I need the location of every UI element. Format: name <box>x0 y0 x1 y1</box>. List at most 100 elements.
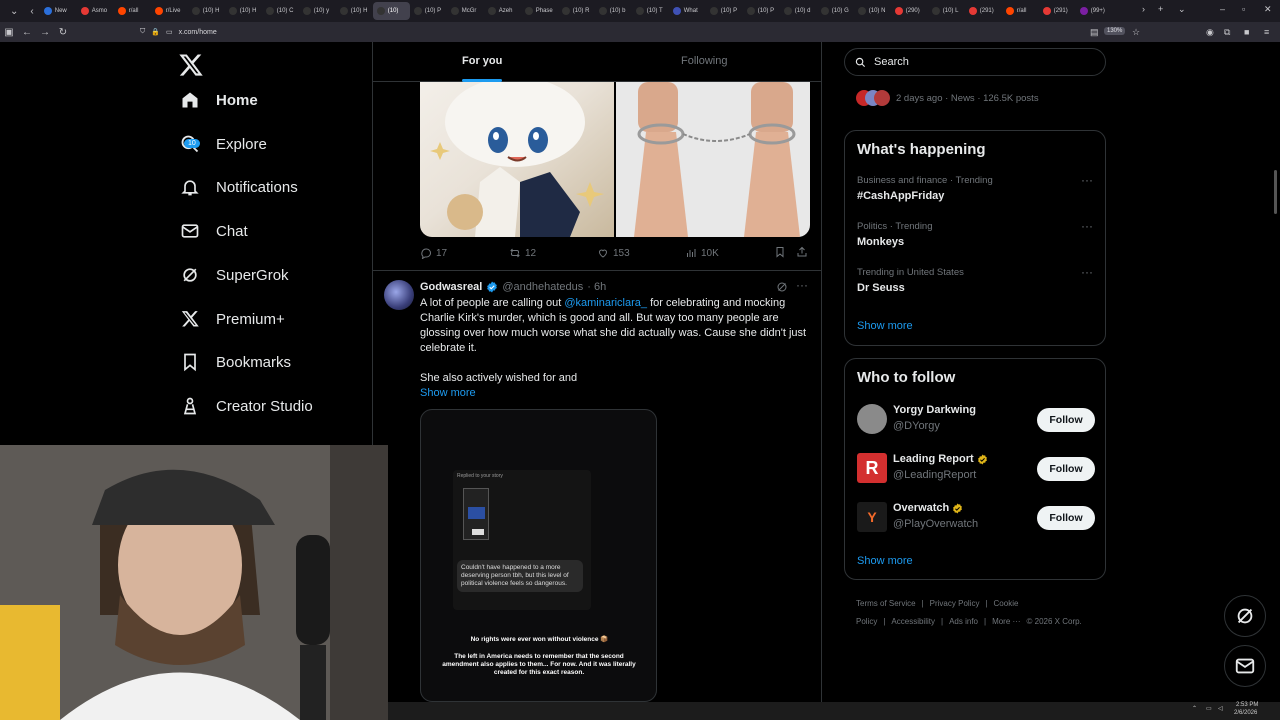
zoom-level[interactable]: 130% <box>1104 27 1126 35</box>
footer-link[interactable]: Privacy Policy <box>930 599 980 608</box>
follow-handle[interactable]: @DYorgy <box>893 420 940 432</box>
url-text[interactable]: x.com/home <box>179 29 217 36</box>
post-author-name[interactable]: Godwasreal <box>420 281 482 293</box>
extensions-icon[interactable]: ⧉ <box>1224 27 1230 38</box>
browser-tab[interactable]: (291) <box>1039 2 1076 20</box>
browser-tab[interactable]: (99+) <box>1076 2 1113 20</box>
sidebar-item-notifications[interactable]: Notifications <box>180 173 298 201</box>
post-media[interactable] <box>420 82 810 237</box>
reload-icon[interactable]: ↻ <box>54 27 72 38</box>
follow-handle[interactable]: @PlayOverwatch <box>893 518 978 530</box>
forward-icon[interactable]: → <box>36 27 54 38</box>
browser-tab[interactable]: New <box>40 2 77 20</box>
like-button[interactable]: 153 <box>597 246 630 260</box>
tab-overflow-icon[interactable]: ⌄ <box>1178 4 1186 15</box>
tab-following[interactable]: Following <box>681 55 727 67</box>
follow-button[interactable]: Follow <box>1037 506 1095 530</box>
footer-link[interactable]: More ··· <box>992 617 1020 626</box>
tray-chevron-icon[interactable]: ⌃ <box>1192 705 1197 712</box>
browser-tab[interactable]: What <box>669 2 706 20</box>
browser-tab[interactable]: (10) b <box>595 2 632 20</box>
reader-view-icon[interactable]: ▤ <box>1090 27 1099 38</box>
follow-name[interactable]: Leading Report <box>893 453 974 465</box>
follow-name[interactable]: Yorgy Darkwing <box>893 404 976 416</box>
browser-tab[interactable]: (10) L <box>928 2 965 20</box>
follow-suggestion[interactable]: Y Overwatch @PlayOverwatch Follow <box>857 502 1095 534</box>
browser-tab[interactable]: (10) T <box>632 2 669 20</box>
follow-button[interactable]: Follow <box>1037 408 1095 432</box>
browser-tab[interactable]: Azeh <box>484 2 521 20</box>
browser-tab[interactable]: (10) N <box>854 2 891 20</box>
url-bar[interactable]: ⛉ 🔒 ▭ x.com/home <box>132 24 1142 40</box>
follow-name[interactable]: Overwatch <box>893 502 949 514</box>
trend-name[interactable]: Dr Seuss <box>857 282 905 294</box>
back-icon[interactable]: ← <box>18 27 36 38</box>
views-button[interactable]: 10K <box>685 246 719 260</box>
browser-tab[interactable]: McGr <box>447 2 484 20</box>
tab-scroll-right-icon[interactable]: › <box>1142 4 1145 14</box>
messages-float-button[interactable] <box>1224 645 1266 687</box>
media-image-anime[interactable] <box>420 82 614 237</box>
media-image-handcuffs[interactable] <box>616 82 810 237</box>
trend-more-options-icon[interactable]: ··· <box>1081 265 1093 279</box>
close-window-icon[interactable]: ✕ <box>1264 4 1272 15</box>
maximize-icon[interactable]: ▫ <box>1242 4 1245 14</box>
browser-tab[interactable]: (10) P <box>410 2 447 20</box>
post-image[interactable]: Replied to your story Couldn't have happ… <box>420 409 657 702</box>
follow-show-more[interactable]: Show more <box>857 555 913 567</box>
browser-tab[interactable]: r/Live <box>151 2 188 20</box>
reply-button[interactable]: 17 <box>420 246 447 260</box>
minimize-icon[interactable]: – <box>1220 4 1225 14</box>
sidebar-item-chat[interactable]: Chat <box>180 217 248 245</box>
avatar[interactable] <box>857 404 887 434</box>
browser-tab[interactable]: (10) P <box>706 2 743 20</box>
post-mention[interactable]: @kaminariclara_ <box>564 297 647 309</box>
footer-link[interactable]: Terms of Service <box>856 599 916 608</box>
browser-tab[interactable]: (10) C <box>262 2 299 20</box>
footer-link[interactable]: Accessibility <box>891 617 935 626</box>
avatar[interactable]: R <box>857 453 887 483</box>
trends-show-more[interactable]: Show more <box>857 320 913 332</box>
trend-name[interactable]: #CashAppFriday <box>857 190 944 202</box>
network-icon[interactable]: ▭ <box>1206 705 1212 712</box>
news-item[interactable]: 2 days ago · News · 126.5K posts <box>856 90 1039 106</box>
footer-link[interactable]: © 2026 X Corp. <box>1027 617 1082 626</box>
footer-link[interactable]: Ads info <box>949 617 978 626</box>
follow-suggestion[interactable]: R Leading Report @LeadingReport Follow <box>857 453 1095 485</box>
x-logo-icon[interactable] <box>178 52 204 78</box>
follow-handle[interactable]: @LeadingReport <box>893 469 976 481</box>
browser-tab[interactable]: (10) H <box>225 2 262 20</box>
browser-tab[interactable]: (10) H <box>188 2 225 20</box>
show-more-link[interactable]: Show more <box>420 387 476 399</box>
tab-list-icon[interactable]: ⌄ <box>4 6 24 17</box>
browser-tab[interactable]: (10) R <box>558 2 595 20</box>
avatar[interactable]: Y <box>857 502 887 532</box>
post-author-handle[interactable]: @andhehatedus <box>502 281 583 293</box>
sidebar-item-home[interactable]: Home <box>180 86 258 114</box>
trend-more-options-icon[interactable]: ··· <box>1081 173 1093 187</box>
tab-for-you[interactable]: For you <box>462 55 502 67</box>
trend-more-options-icon[interactable]: ··· <box>1081 219 1093 233</box>
browser-tab[interactable]: (10) G <box>817 2 854 20</box>
extension-badge-icon[interactable]: ■ <box>1244 27 1249 37</box>
taskbar-time[interactable]: 2:53 PM <box>1236 702 1258 708</box>
volume-icon[interactable]: ◁ <box>1218 705 1223 712</box>
browser-tab[interactable]: (290) <box>891 2 928 20</box>
account-icon[interactable]: ◉ <box>1206 27 1214 38</box>
bookmark-icon[interactable] <box>774 246 786 258</box>
new-tab-icon[interactable]: + <box>1158 4 1163 14</box>
share-icon[interactable] <box>796 246 808 258</box>
sidebar-toggle-icon[interactable]: ▣ <box>0 27 18 38</box>
browser-tab[interactable]: (10) d <box>780 2 817 20</box>
repost-button[interactable]: 12 <box>509 246 536 260</box>
trend-name[interactable]: Monkeys <box>857 236 904 248</box>
taskbar-date[interactable]: 2/6/2026 <box>1234 710 1257 716</box>
browser-tab[interactable]: (10) y <box>299 2 336 20</box>
browser-tab[interactable]: (10) <box>372 2 410 20</box>
post-time[interactable]: · 6h <box>587 281 606 293</box>
sidebar-item-supergrok[interactable]: SuperGrok <box>180 261 289 289</box>
sidebar-item-creator-studio[interactable]: Creator Studio <box>180 392 313 420</box>
sidebar-item-premium[interactable]: Premium+ <box>180 305 285 333</box>
more-options-icon[interactable]: ··· <box>796 278 808 292</box>
browser-tab[interactable]: r/all <box>114 2 151 20</box>
